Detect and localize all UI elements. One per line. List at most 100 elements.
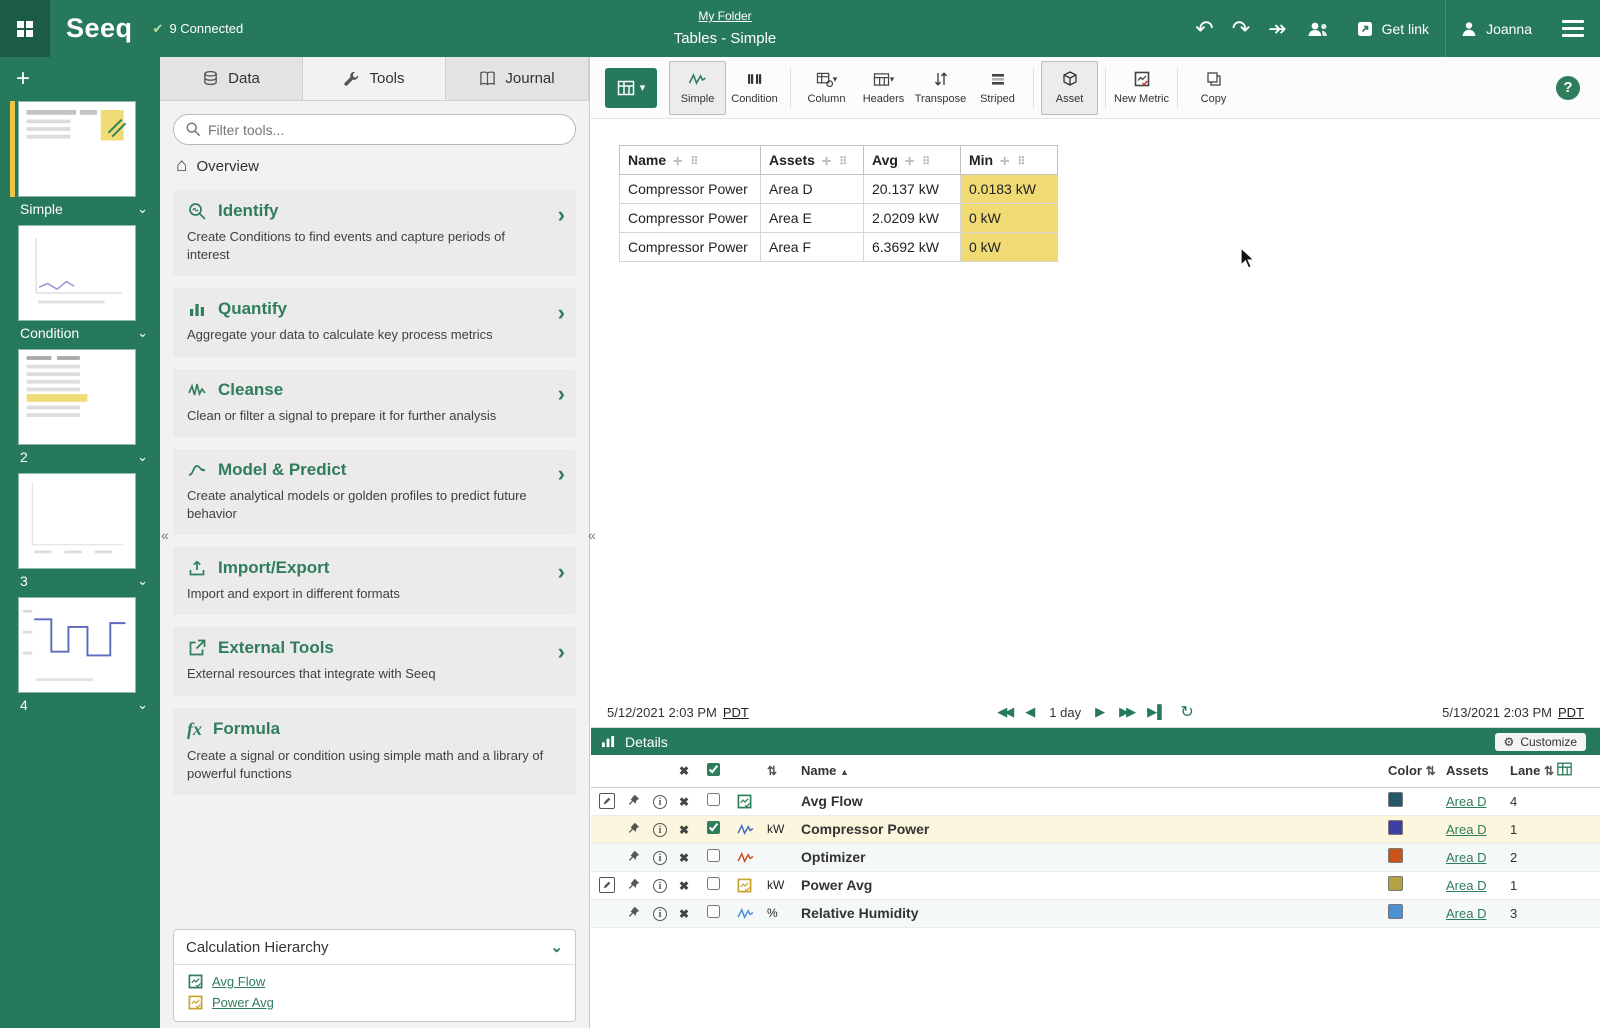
chevron-down-icon[interactable]: ⌄ — [137, 449, 148, 465]
hamburger-menu-button[interactable] — [1562, 16, 1584, 41]
asset-link[interactable]: Area D — [1446, 906, 1486, 921]
step-back-button[interactable]: ◀ — [1025, 704, 1035, 720]
column-header-name[interactable]: Name✛⠿ — [620, 146, 761, 175]
info-icon[interactable]: i — [653, 795, 667, 809]
worksheet-thumbnail[interactable] — [18, 473, 136, 569]
add-worksheet-button[interactable]: + — [16, 65, 40, 93]
info-icon[interactable]: i — [653, 879, 667, 893]
collapse-tools-panel-handle[interactable]: « — [588, 527, 596, 543]
toolbar-button-column[interactable]: ▾ Column — [798, 61, 855, 115]
remove-icon[interactable]: ✖ — [679, 823, 689, 837]
toolbar-button-transpose[interactable]: Transpose — [912, 61, 969, 115]
worksheet-item-4[interactable]: 4⌄ — [10, 597, 152, 713]
tab-data[interactable]: Data — [160, 57, 303, 100]
worksheet-item-3[interactable]: 3⌄ — [10, 473, 152, 589]
calculation-hierarchy-header[interactable]: Calculation Hierarchy ⌄ — [174, 930, 575, 965]
column-header-assets[interactable]: Assets✛⠿ — [761, 146, 864, 175]
step-back-fast-button[interactable]: ◀◀ — [997, 704, 1011, 720]
grip-icon[interactable]: ⠿ — [690, 156, 699, 168]
toolbar-button-asset[interactable]: Asset — [1041, 61, 1098, 115]
details-row-power-avg[interactable]: i ✖ kW Power Avg Area D 1 — [591, 871, 1600, 899]
remove-icon[interactable]: ✖ — [679, 851, 689, 865]
tool-model-predict[interactable]: Model & Predict Create analytical models… — [173, 449, 576, 535]
refresh-button[interactable]: ↻ — [1180, 702, 1193, 722]
asset-link[interactable]: Area D — [1446, 878, 1486, 893]
worksheet-item-simple[interactable]: Simple⌄ — [10, 101, 152, 217]
calc-item-link[interactable]: Avg Flow — [212, 974, 265, 989]
users-button[interactable] — [1296, 0, 1340, 57]
chevron-down-icon[interactable]: ⌄ — [137, 201, 148, 217]
sort-icon[interactable]: ⇅ — [1426, 764, 1436, 778]
remove-icon[interactable]: ✖ — [679, 879, 689, 893]
undo-button[interactable]: ↶ — [1186, 0, 1222, 57]
calc-item-power-avg[interactable]: Power Avg — [174, 992, 575, 1013]
details-row-compressor-power[interactable]: i ✖ kW Compressor Power Area D 1 — [591, 815, 1600, 843]
pin-icon[interactable] — [627, 849, 641, 863]
tool-quantify[interactable]: Quantify Aggregate your data to calculat… — [173, 288, 576, 356]
connected-status[interactable]: ✔ 9 Connected — [153, 21, 244, 37]
worksheet-item-condition[interactable]: Condition⌄ — [10, 225, 152, 341]
row-checkbox[interactable] — [707, 821, 720, 834]
info-icon[interactable]: i — [653, 907, 667, 921]
toolbar-button-headers[interactable]: ▾ Headers — [855, 61, 912, 115]
row-checkbox[interactable] — [707, 905, 720, 918]
help-button[interactable]: ? — [1556, 76, 1580, 100]
color-swatch[interactable] — [1388, 904, 1403, 919]
column-header-avg[interactable]: Avg✛⠿ — [864, 146, 961, 175]
customize-button[interactable]: ⚙ Customize — [1495, 733, 1586, 751]
sort-icon[interactable]: ⇅ — [1544, 764, 1554, 778]
details-row-optimizer[interactable]: i ✖ Optimizer Area D 2 — [591, 843, 1600, 871]
toolbar-button-simple[interactable]: Simple — [669, 61, 726, 115]
remove-icon[interactable]: ✖ — [679, 907, 689, 921]
app-grid-button[interactable] — [0, 0, 50, 57]
move-icon[interactable]: ✛ — [905, 156, 915, 168]
asset-link[interactable]: Area D — [1446, 794, 1486, 809]
step-forward-fast-button[interactable]: ▶▶ — [1119, 704, 1133, 720]
tool-import-export[interactable]: Import/Export Import and export in diffe… — [173, 547, 576, 615]
info-icon[interactable]: i — [653, 823, 667, 837]
select-all-checkbox[interactable] — [707, 763, 720, 776]
table-type-dropdown[interactable]: ▾ — [605, 68, 657, 108]
move-icon[interactable]: ✛ — [822, 156, 832, 168]
toolbar-button-new-metric[interactable]: New Metric — [1113, 61, 1170, 115]
step-to-end-button[interactable]: ▶▌ — [1147, 704, 1166, 720]
tab-journal[interactable]: Journal — [446, 57, 589, 100]
toolbar-button-condition[interactable]: Condition — [726, 61, 783, 115]
timezone-start-link[interactable]: PDT — [723, 705, 749, 720]
details-column-color[interactable]: Color ⇅ — [1388, 755, 1446, 787]
asset-link[interactable]: Area D — [1446, 850, 1486, 865]
info-icon[interactable]: i — [653, 851, 667, 865]
color-swatch[interactable] — [1388, 848, 1403, 863]
row-checkbox[interactable] — [707, 877, 720, 890]
tool-identify[interactable]: Identify Create Conditions to find event… — [173, 190, 576, 276]
seeq-logo[interactable]: Seeq — [66, 13, 133, 44]
step-forward-button[interactable]: ▶ — [1095, 704, 1105, 720]
move-icon[interactable]: ✛ — [1000, 156, 1010, 168]
forward-all-button[interactable]: ↠ — [1259, 0, 1295, 57]
details-table-options[interactable] — [1556, 755, 1600, 787]
collapse-sidebar-handle[interactable]: « — [161, 527, 169, 543]
tool-formula[interactable]: fx Formula Create a signal or condition … — [173, 708, 576, 795]
row-checkbox[interactable] — [707, 849, 720, 862]
grip-icon[interactable]: ⠿ — [922, 156, 931, 168]
move-icon[interactable]: ✛ — [673, 156, 683, 168]
color-swatch[interactable] — [1388, 820, 1403, 835]
timezone-end-link[interactable]: PDT — [1558, 705, 1584, 720]
column-header-min[interactable]: Min✛⠿ — [961, 146, 1058, 175]
chevron-down-icon[interactable]: ⌄ — [137, 697, 148, 713]
overview-link[interactable]: ⌂ Overview — [176, 155, 573, 177]
row-checkbox[interactable] — [707, 793, 720, 806]
pin-icon[interactable] — [627, 905, 641, 919]
redo-button[interactable]: ↷ — [1223, 0, 1259, 57]
color-swatch[interactable] — [1388, 876, 1403, 891]
duration-label[interactable]: 1 day — [1049, 705, 1081, 720]
range-start[interactable]: 5/12/2021 2:03 PM — [607, 705, 717, 720]
range-end[interactable]: 5/13/2021 2:03 PM — [1442, 705, 1552, 720]
calc-item-link[interactable]: Power Avg — [212, 995, 274, 1010]
get-link-button[interactable]: Get link — [1340, 0, 1445, 57]
pin-icon[interactable] — [627, 877, 641, 891]
edit-icon[interactable] — [599, 877, 615, 893]
remove-icon[interactable]: ✖ — [679, 795, 689, 809]
tool-external-tools[interactable]: External Tools External resources that i… — [173, 627, 576, 695]
asset-link[interactable]: Area D — [1446, 822, 1486, 837]
